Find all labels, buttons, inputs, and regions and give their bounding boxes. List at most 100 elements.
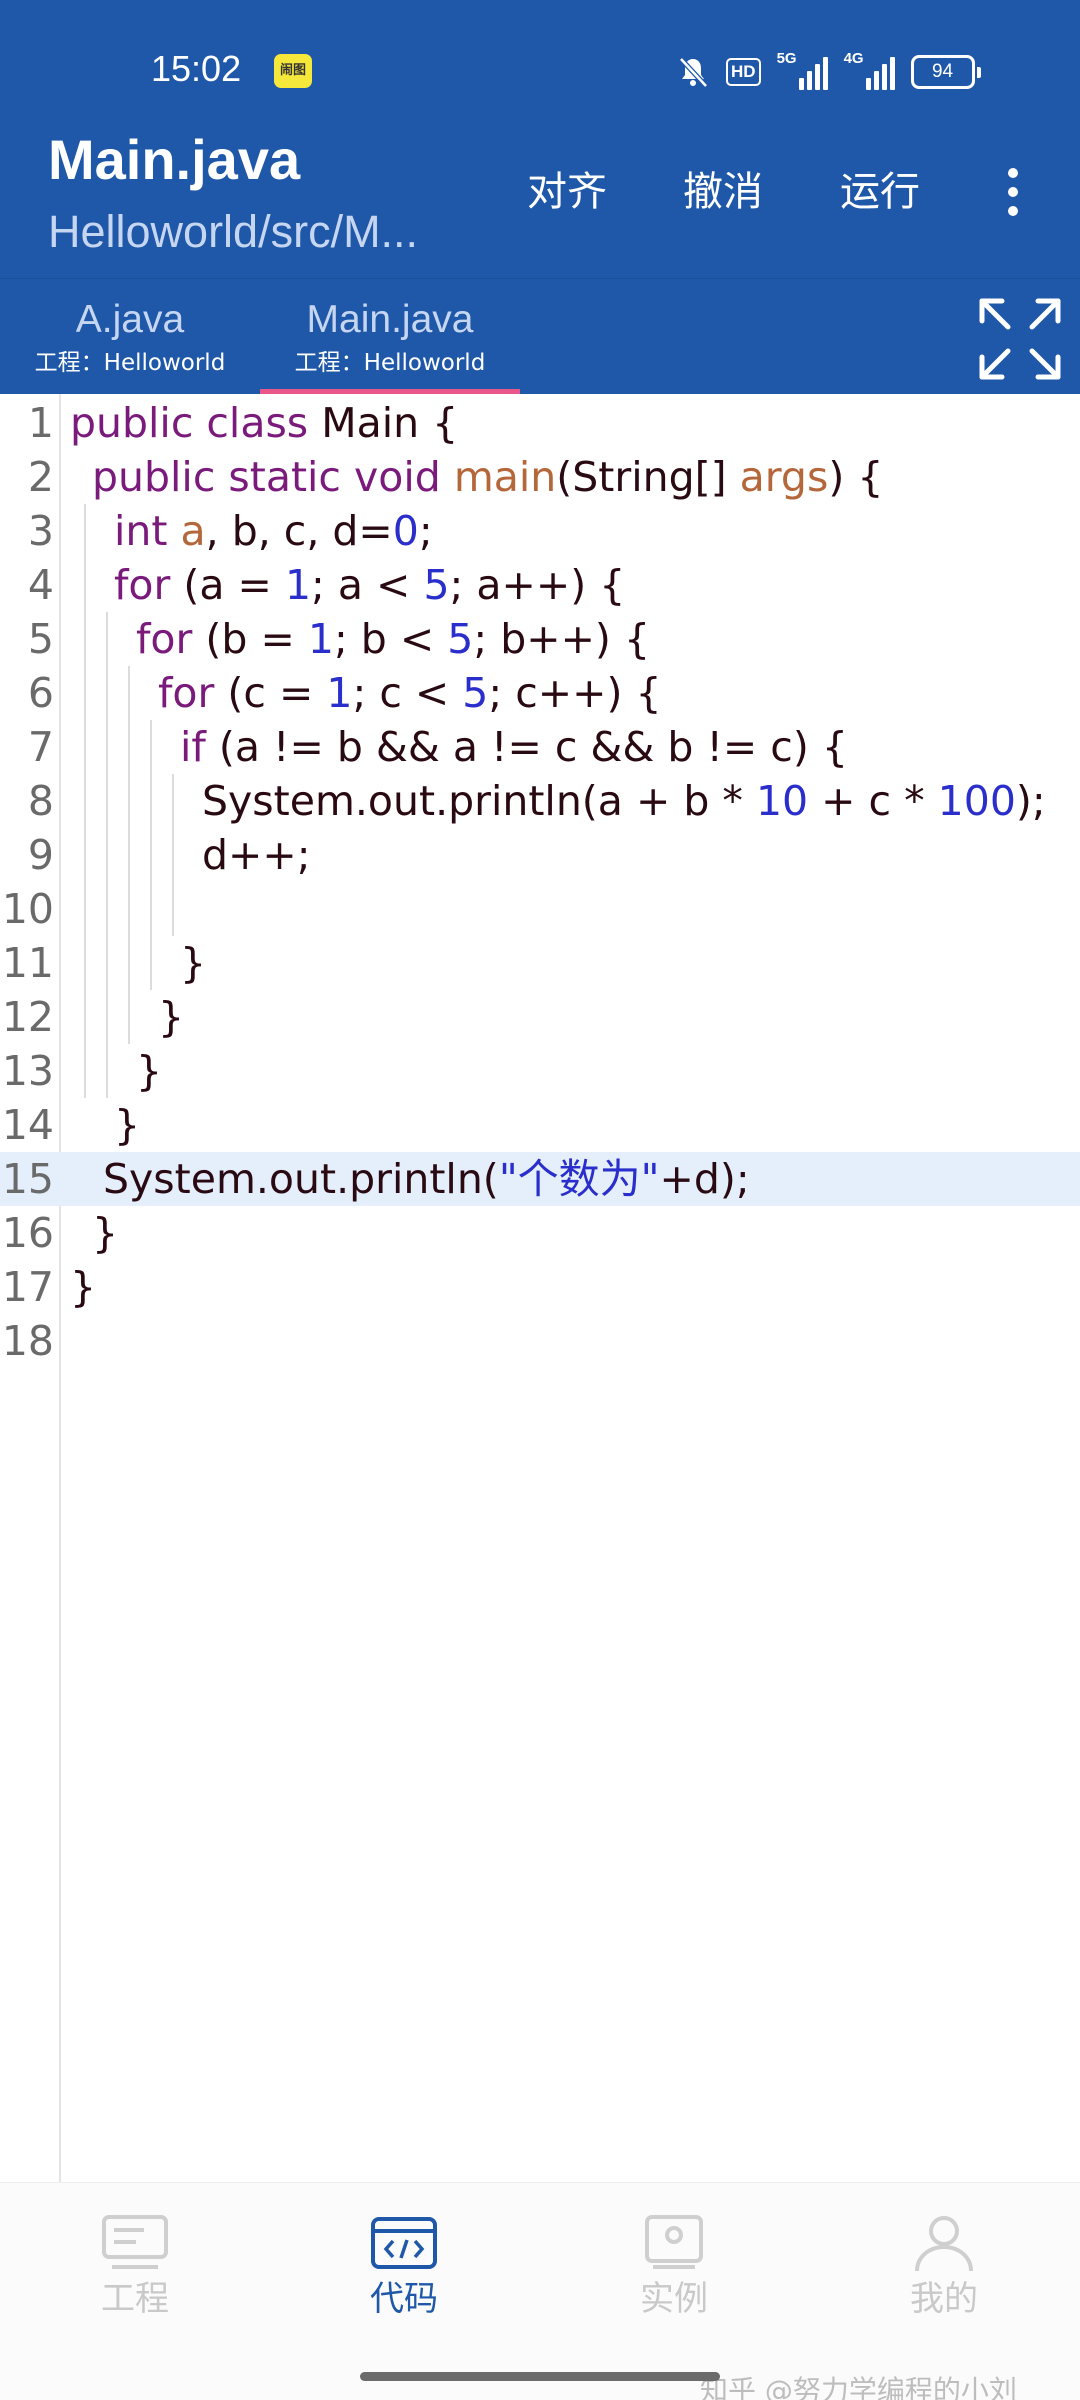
code-token: Main { — [308, 399, 459, 447]
line-number: 11 — [1, 939, 54, 987]
code-token: ; c < — [352, 669, 463, 717]
code-line[interactable]: 12} — [0, 990, 1080, 1044]
code-token: args — [739, 453, 829, 501]
line-code: } — [136, 1044, 162, 1098]
status-icons: HD 5G 4G 94 — [676, 50, 981, 94]
line-code: } — [114, 1098, 140, 1152]
tab-a-java[interactable]: A.java 工程：Helloworld — [20, 279, 240, 395]
code-token: 5 — [423, 561, 450, 609]
code-line[interactable]: 6 for (c = 1; c < 5; c++) { — [0, 666, 1080, 720]
hd-voice-badge: HD — [726, 58, 761, 86]
signal-5g-icon: 5G — [777, 50, 828, 90]
code-line[interactable]: 7 if (a != b && a != c && b != c) { — [0, 720, 1080, 774]
code-token: (String[] — [556, 453, 740, 501]
status-app-badge: 闹图 — [274, 54, 312, 88]
code-token: 5 — [462, 669, 489, 717]
code-token: 10 — [755, 777, 809, 825]
line-code: } — [92, 1206, 118, 1260]
home-indicator[interactable] — [360, 2372, 720, 2381]
line-code: for (a = 1; a < 5; a++) { — [114, 558, 625, 612]
watermark: 知乎 @努力学编程的小刘 — [700, 2374, 1017, 2400]
line-code: int a, b, c, d=0; — [114, 504, 433, 558]
code-token: d++; — [202, 831, 311, 879]
code-line[interactable]: 1 public class Main { — [0, 396, 1080, 450]
line-code: for (c = 1; c < 5; c++) { — [158, 666, 662, 720]
code-token: } — [180, 939, 207, 987]
code-token: if — [180, 723, 206, 771]
indent-guide — [106, 612, 108, 1098]
indent-guide — [150, 720, 152, 990]
line-code: d++; — [202, 828, 311, 882]
code-line[interactable]: 8 System.out.println(a + b * 10 + c * 100… — [0, 774, 1080, 828]
code-token: (c = — [214, 669, 327, 717]
tab-project-label: 工程：Helloworld — [294, 350, 486, 376]
code-token: } — [70, 1263, 97, 1311]
indent-guide — [128, 666, 130, 1044]
tab-project-label: 工程：Helloworld — [34, 350, 226, 376]
align-button[interactable]: 对齐 — [527, 165, 607, 219]
code-line[interactable]: 2 public static void main(String[] args) … — [0, 450, 1080, 504]
indent-guide — [84, 504, 86, 1098]
line-code: public static void main(String[] args) { — [92, 450, 883, 504]
examples-icon — [645, 2215, 703, 2269]
code-line[interactable]: 11} — [0, 936, 1080, 990]
code-token: (a = — [170, 561, 285, 609]
signal-4g-icon: 4G — [844, 50, 895, 90]
line-code: if (a != b && a != c && b != c) { — [180, 720, 848, 774]
code-token: 1 — [307, 615, 334, 663]
line-number: 15 — [1, 1155, 54, 1203]
line-number: 1 — [27, 399, 54, 447]
code-line[interactable]: 15 System.out.println("个数为"+d); — [0, 1152, 1080, 1206]
profile-icon — [915, 2216, 973, 2272]
code-line[interactable]: 16} — [0, 1206, 1080, 1260]
app-header: 15:02 闹图 HD 5G 4G 94 Main.java Helloworl… — [0, 0, 1080, 278]
nav-code[interactable]: 代码 — [324, 2213, 484, 2321]
mute-bell-icon — [679, 57, 708, 88]
line-number: 12 — [1, 993, 54, 1041]
code-token: for — [136, 615, 193, 663]
undo-button[interactable]: 撤消 — [683, 165, 763, 219]
code-token: main — [453, 453, 557, 501]
code-line[interactable]: 17} — [0, 1260, 1080, 1314]
code-token: public class — [70, 399, 309, 447]
code-line[interactable]: 18 — [0, 1314, 1080, 1368]
line-number: 6 — [27, 669, 54, 717]
line-number: 18 — [1, 1317, 54, 1365]
more-menu-icon[interactable] — [998, 165, 1028, 219]
battery-icon: 94 — [910, 55, 981, 89]
code-token: 1 — [284, 561, 312, 609]
code-line[interactable]: 3 int a, b, c, d=0; — [0, 504, 1080, 558]
code-line[interactable]: 9 d++; — [0, 828, 1080, 882]
code-token: for — [158, 669, 215, 717]
line-number: 2 — [27, 453, 54, 501]
status-time: 15:02 — [151, 48, 242, 89]
tab-main-java[interactable]: Main.java 工程：Helloworld — [260, 279, 520, 395]
code-icon — [371, 2217, 437, 2269]
battery-level: 94 — [910, 55, 975, 89]
code-token: } — [158, 993, 185, 1041]
nav-project[interactable]: 工程 — [55, 2213, 215, 2321]
code-token: 100 — [937, 777, 1016, 825]
code-token: ) { — [828, 453, 884, 501]
code-token: 5 — [447, 615, 474, 663]
code-token: int — [114, 507, 168, 555]
nav-profile[interactable]: 我的 — [864, 2213, 1024, 2321]
code-token: System.out.println( — [103, 1155, 499, 1203]
line-number: 3 — [27, 507, 54, 555]
line-number: 8 — [27, 777, 54, 825]
code-editor[interactable]: 1 public class Main { 2 public static void … — [0, 394, 1080, 2182]
code-line[interactable]: 10 — [0, 882, 1080, 936]
code-token: 1 — [326, 669, 353, 717]
fullscreen-icon[interactable] — [978, 297, 1062, 381]
code-line[interactable]: 13} — [0, 1044, 1080, 1098]
run-button[interactable]: 运行 — [840, 165, 920, 219]
code-line[interactable]: 5 for (b = 1; b < 5; b++) { — [0, 612, 1080, 666]
code-token: "个数为" — [498, 1155, 660, 1203]
code-token: + c * — [808, 777, 938, 825]
nav-examples[interactable]: 实例 — [594, 2213, 754, 2321]
code-line[interactable]: 4 for (a = 1; a < 5; a++) { — [0, 558, 1080, 612]
line-number: 9 — [27, 831, 54, 879]
code-line[interactable]: 14} — [0, 1098, 1080, 1152]
